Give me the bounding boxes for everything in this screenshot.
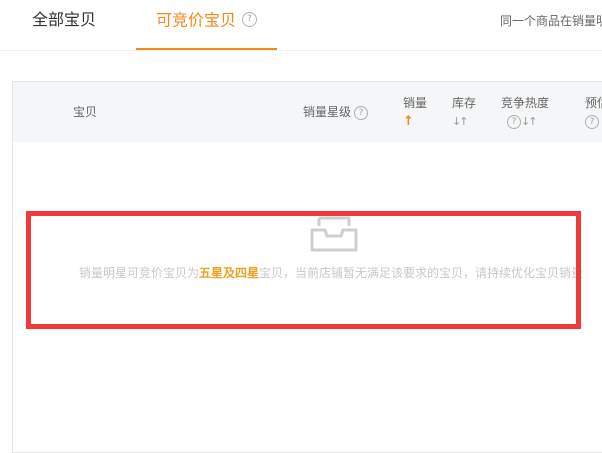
tab-biddable-items[interactable]: 可竞价宝贝? xyxy=(136,0,277,50)
column-header-item: 宝贝 xyxy=(73,104,97,120)
tab-all-items[interactable]: 全部宝贝 xyxy=(32,0,96,48)
column-header-stock[interactable]: 库存 ↓↑ xyxy=(452,95,476,130)
column-header-competition-heat[interactable]: 竞争热度 ? ↓↑ xyxy=(501,95,549,130)
help-icon[interactable]: ? xyxy=(507,115,521,129)
empty-state-message: 销量明星可竞价宝贝为五星及四星宝贝，当前店铺暂无满足该要求的宝贝，请持续优化宝贝… xyxy=(79,264,599,281)
tab-biddable-items-label: 可竞价宝贝 xyxy=(155,10,236,30)
help-icon[interactable]: ? xyxy=(354,105,369,120)
column-header-estimate: 预估 ? xyxy=(585,95,602,130)
empty-inbox-icon xyxy=(310,216,358,252)
column-header-estimate-label: 预估 xyxy=(585,96,602,110)
empty-state-highlight: 五星及四星 xyxy=(199,266,260,280)
sort-toggle-icon[interactable]: ↓↑ xyxy=(452,115,469,128)
tab-all-items-label: 全部宝贝 xyxy=(32,10,97,29)
items-table: 宝贝 销量星级? 销量 ↑ 库存 ↓↑ 竞争热度 ?↓↑ 预估 ? 销量明星可竞… xyxy=(12,81,602,453)
column-header-sales-label: 销量 xyxy=(403,96,428,110)
column-header-item-label: 宝贝 xyxy=(73,105,98,119)
column-header-stock-label: 库存 xyxy=(452,96,477,110)
empty-state-prefix: 销量明星可竞价宝贝为 xyxy=(79,266,200,280)
column-header-competition-heat-label: 竞争热度 xyxy=(501,96,550,110)
help-icon[interactable]: ? xyxy=(585,115,599,129)
column-header-sales-star: 销量星级? xyxy=(303,104,369,120)
empty-state-suffix: 宝贝，当前店铺暂无满足该要求的宝贝，请持续优化宝贝销量 xyxy=(259,266,584,280)
table-header: 宝贝 销量星级? 销量 ↑ 库存 ↓↑ 竞争热度 ?↓↑ 预估 ? xyxy=(13,82,602,142)
help-icon[interactable]: ? xyxy=(242,12,257,27)
tab-note-text: 同一个商品在销量明 xyxy=(500,14,602,28)
column-header-sales[interactable]: 销量 ↑ xyxy=(403,95,427,130)
sort-ascending-icon[interactable]: ↑ xyxy=(403,114,414,129)
sort-toggle-icon[interactable]: ↓↑ xyxy=(521,115,538,128)
tab-bar: 全部宝贝 可竞价宝贝? 同一个商品在销量明 xyxy=(0,0,602,51)
column-header-sales-star-label: 销量星级 xyxy=(303,105,352,119)
